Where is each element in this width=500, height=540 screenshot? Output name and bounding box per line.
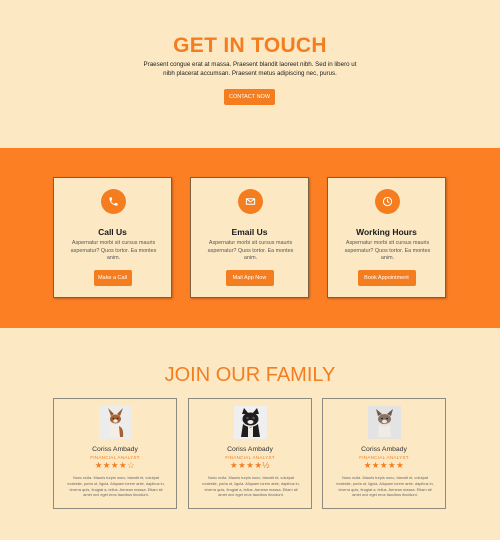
card-title: Working Hours: [356, 227, 417, 237]
card-title: Call Us: [98, 227, 127, 237]
contact-now-button[interactable]: CONTACT NOW: [224, 89, 275, 105]
card-title: Email Us: [231, 227, 268, 237]
contact-section: GET IN TOUCH Praesent congue erat at mas…: [0, 0, 500, 148]
member-name: Coriss Ambady: [227, 446, 273, 453]
email-icon: [238, 189, 263, 214]
rating-stars: ★★★★★: [363, 460, 405, 470]
mail-app-now-button[interactable]: Mail App Now: [225, 270, 274, 286]
working-hours-card: Working Hours Aspernatur morbi sit cursu…: [327, 177, 446, 298]
card-text: Aspernatur morbi sit cursus mauris asper…: [70, 240, 157, 261]
member-card: Coriss Ambady FINANCIAL ANALYST ★★★★☆ Nu…: [53, 398, 177, 509]
card-text: Aspernatur morbi sit cursus mauris asper…: [344, 240, 431, 261]
member-bio: Nunc nulla. Mauris turpis nunc, blandit …: [336, 475, 434, 498]
member-photo: [368, 406, 401, 439]
rating-stars: ★★★★½: [229, 460, 271, 470]
member-name: Coriss Ambady: [92, 446, 138, 453]
member-card: Coriss Ambady FINANCIAL ANALYST ★★★★★ Nu…: [322, 398, 446, 509]
contact-title: GET IN TOUCH: [173, 34, 327, 57]
phone-icon: [101, 189, 126, 214]
rating-stars: ★★★★☆: [94, 460, 136, 470]
book-appointment-button[interactable]: Book Appointment: [357, 270, 416, 286]
contact-cards-band: Call Us Aspernatur morbi sit cursus maur…: [0, 148, 500, 328]
contact-text: Praesent congue erat at massa. Praesent …: [143, 61, 357, 77]
family-section: JOIN OUR FAMILY Coriss Ambady FINANCIAL …: [0, 328, 500, 540]
family-title: JOIN OUR FAMILY: [164, 364, 336, 386]
clock-icon: [375, 189, 400, 214]
member-photo: [234, 406, 267, 439]
card-text: Aspernatur morbi sit cursus mauris asper…: [207, 240, 294, 261]
member-name: Coriss Ambady: [361, 446, 407, 453]
member-bio: Nunc nulla. Mauris turpis nunc, blandit …: [67, 475, 165, 498]
member-bio: Nunc nulla. Mauris turpis nunc, blandit …: [202, 475, 300, 498]
member-card: Coriss Ambady FINANCIAL ANALYST ★★★★½ Nu…: [188, 398, 312, 509]
call-us-card: Call Us Aspernatur morbi sit cursus maur…: [53, 177, 172, 298]
email-us-card: Email Us Aspernatur morbi sit cursus mau…: [190, 177, 309, 298]
make-a-call-button[interactable]: Make a Call: [93, 270, 132, 286]
member-photo: [99, 406, 132, 439]
